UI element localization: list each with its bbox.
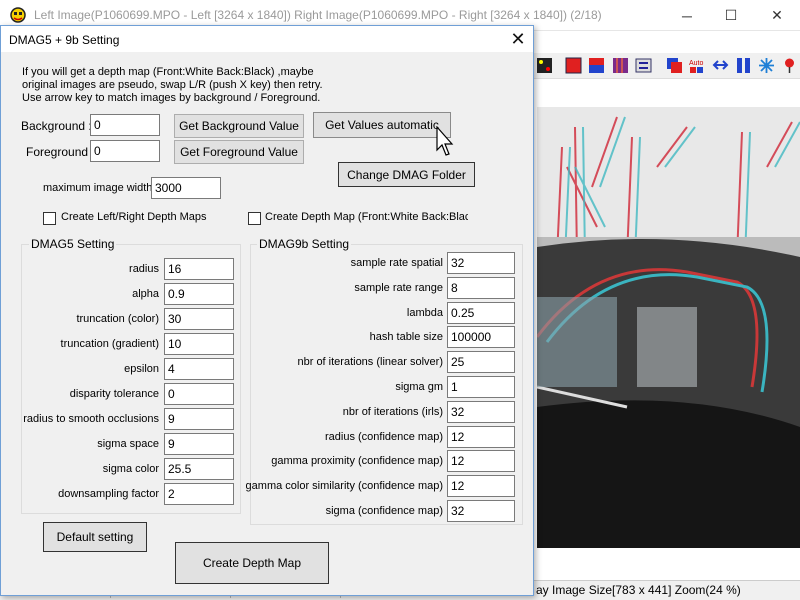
create-lr-maps-label: Create Left/Right Depth Maps	[61, 211, 207, 223]
create-depth-map-label: Create Depth Map (Front:White Back:Black	[265, 211, 468, 223]
instruction-line: original images are pseudo, swap L/R (pu…	[22, 79, 323, 91]
auto-icon[interactable]: Auto	[688, 57, 705, 74]
red-blue-icon[interactable]	[588, 57, 605, 74]
red-square-2-icon[interactable]	[666, 57, 683, 74]
dmag9b-field-label: sigma gm	[395, 381, 443, 393]
arrows-icon[interactable]	[712, 57, 729, 74]
change-dmag-folder-button[interactable]: Change DMAG Folder	[338, 162, 475, 187]
dmag9b-field-label: nbr of iterations (linear solver)	[297, 356, 443, 369]
main-title: Left Image(P1060699.MPO - Left [3264 x 1…	[34, 8, 602, 22]
max-width-label: maximum image width	[43, 182, 153, 194]
get-foreground-button[interactable]: Get Foreground Value	[174, 140, 304, 164]
dmag9b-field-label: gamma proximity (confidence map)	[271, 455, 443, 468]
dmag9b-field-input[interactable]: 1	[447, 376, 515, 398]
dmag9b-field-input[interactable]: 32	[447, 400, 515, 423]
dmag5-group-title: DMAG5 Setting	[29, 237, 117, 251]
dmag9b-field-input[interactable]: 25	[447, 351, 515, 374]
dialog-close-button[interactable]: ✕	[501, 26, 535, 52]
minimize-button[interactable]: ─	[664, 0, 710, 31]
default-setting-button[interactable]: Default setting	[43, 522, 147, 552]
snowflake-icon[interactable]	[758, 57, 775, 74]
mouse-cursor-icon	[436, 126, 454, 156]
dmag9b-field-input[interactable]: 12	[447, 475, 515, 498]
get-background-button[interactable]: Get Background Value	[174, 114, 304, 138]
dmag9b-field-label: sample rate spatial	[350, 257, 443, 269]
dmag9b-field-input[interactable]: 0.25	[447, 301, 515, 324]
convert-icon[interactable]	[635, 57, 652, 74]
dialog-title: DMAG5 + 9b Setting	[9, 33, 120, 47]
instruction-line: If you will get a depth map (Front:White…	[22, 66, 314, 78]
background-input[interactable]: 0	[90, 114, 160, 136]
create-depth-map-checkbox[interactable]	[248, 212, 261, 225]
dmag9b-field-input[interactable]: 12	[447, 450, 515, 473]
dmag9b-field-label: radius (confidence map)	[324, 430, 443, 443]
dmag9b-field-label: hash table size	[369, 331, 443, 344]
dmag9b-field-input[interactable]: 8	[447, 276, 515, 299]
get-values-automatic-button[interactable]: Get Values automatic	[313, 112, 451, 138]
dmag9b-field-label: sample rate range	[354, 281, 443, 294]
grid-icon[interactable]	[536, 57, 553, 74]
dmag9b-field-label: lambda	[406, 306, 443, 319]
stripes-icon[interactable]	[612, 57, 629, 74]
instruction-line: Use arrow key to match images by backgro…	[22, 92, 321, 104]
create-depth-map-button[interactable]: Create Depth Map	[175, 542, 329, 584]
red-square-icon[interactable]	[565, 57, 582, 74]
foreground-label: Foreground :	[26, 145, 95, 159]
create-lr-maps-checkbox[interactable]	[43, 212, 56, 225]
svg-text:Auto: Auto	[689, 60, 704, 67]
dmag9b-field-input[interactable]: 32	[447, 252, 515, 274]
background-label: Background :	[21, 119, 92, 133]
main-close-button[interactable]: ✕	[754, 0, 800, 31]
dmag9b-group-title: DMAG9b Setting	[257, 237, 352, 251]
columns-icon[interactable]	[735, 57, 752, 74]
dmag-settings-dialog: DMAG5 + 9b Setting ✕ If you will get a d…	[0, 25, 534, 596]
status-text: ay Image Size[783 x 441] Zoom(24 %)	[536, 583, 741, 597]
dmag9b-field-input[interactable]: 100000	[447, 326, 515, 349]
dmag9b-field-input[interactable]: 32	[447, 500, 515, 522]
maximize-button[interactable]: ☐	[708, 0, 754, 31]
dmag9b-field-label: gamma color similarity (confidence map)	[245, 480, 443, 493]
pin-icon[interactable]	[781, 57, 798, 74]
dmag9b-field-label: sigma (confidence map)	[325, 505, 443, 517]
app-icon	[10, 7, 26, 23]
foreground-input[interactable]: 0	[90, 140, 160, 162]
dmag9b-field-label: nbr of iterations (irls)	[342, 405, 443, 418]
anaglyph-image[interactable]	[537, 107, 800, 548]
max-width-input[interactable]: 3000	[151, 177, 221, 199]
dmag9b-field-input[interactable]: 12	[447, 425, 515, 448]
